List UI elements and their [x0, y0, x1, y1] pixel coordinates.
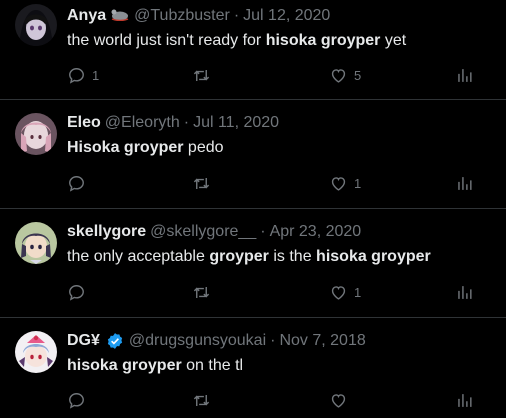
text-segment: the only acceptable [67, 248, 210, 265]
tweet-feed: Anya @Tubzbuster · Jul 12, 2020 the worl… [0, 0, 506, 418]
separator-dot: · [270, 332, 276, 349]
tweet[interactable]: skellygore @skellygore__ · Apr 23, 2020 … [0, 209, 506, 318]
reply-button[interactable] [67, 282, 92, 302]
views-button[interactable] [455, 173, 474, 193]
like-button[interactable]: 5 [329, 65, 361, 85]
tweet[interactable]: Anya @Tubzbuster · Jul 12, 2020 the worl… [0, 0, 506, 100]
tweet-text: Hisoka groyper pedo [67, 138, 496, 158]
retweet-icon [193, 177, 210, 189]
avatar[interactable] [15, 331, 57, 373]
separator-dot: · [260, 223, 266, 240]
retweet-icon [193, 69, 210, 81]
tweet-text: the world just isn't ready for hisoka gr… [67, 31, 496, 51]
tweet-date[interactable]: Nov 7, 2018 [279, 332, 365, 350]
reply-icon [69, 284, 84, 301]
verified-icon[interactable] [106, 332, 124, 350]
text-highlight: groyper [209, 248, 269, 265]
tweet-content: Eleo @Eleoryth · Jul 11, 2020 Hisoka gro… [67, 113, 496, 158]
text-segment: pedo [183, 139, 224, 156]
retweet-icon [193, 286, 210, 298]
retweet-button[interactable] [192, 390, 217, 410]
user-handle[interactable]: @drugsgunsyoukai [129, 332, 266, 350]
tweet-text: hisoka groyper on the tl [67, 356, 496, 376]
text-segment: the world just isn't ready for [67, 32, 266, 49]
views-button[interactable] [455, 390, 474, 410]
display-name[interactable]: skellygore [67, 223, 146, 241]
text-segment: is the [268, 248, 317, 265]
tweet-header: DG¥ @drugsgunsyoukai · Nov 7, 2018 [67, 331, 496, 351]
tweet-actions: 1 5 [67, 65, 474, 85]
views-button[interactable] [455, 65, 474, 85]
like-icon [331, 176, 346, 191]
like-count: 5 [354, 67, 362, 83]
avatar[interactable] [15, 113, 57, 155]
like-count: 1 [354, 284, 362, 300]
like-icon [331, 285, 346, 300]
like-button[interactable]: 1 [329, 282, 361, 302]
like-count: 1 [354, 175, 362, 191]
tweet-header: Anya @Tubzbuster · Jul 12, 2020 [67, 6, 496, 26]
like-button[interactable]: 1 [329, 173, 361, 193]
avatar[interactable] [15, 4, 57, 46]
retweet-button[interactable] [192, 65, 217, 85]
views-icon [458, 393, 472, 407]
like-button[interactable] [329, 390, 354, 410]
views-icon [458, 285, 472, 299]
retweet-button[interactable] [192, 173, 217, 193]
views-button[interactable] [455, 282, 474, 302]
reply-button[interactable] [67, 173, 92, 193]
user-handle[interactable]: @Eleoryth [105, 114, 180, 132]
tweet-text: the only acceptable groyper is the hisok… [67, 247, 496, 267]
tweet-header: Eleo @Eleoryth · Jul 11, 2020 [67, 113, 496, 133]
tweet-content: Anya @Tubzbuster · Jul 12, 2020 the worl… [67, 6, 496, 51]
tweet-date[interactable]: Jul 12, 2020 [243, 7, 330, 25]
text-highlight: hisoka groyper [265, 32, 381, 49]
tweet-actions [67, 390, 474, 410]
tweet-header: skellygore @skellygore__ · Apr 23, 2020 [67, 222, 496, 242]
tweet-content: DG¥ @drugsgunsyoukai · Nov 7, 2018 hisok… [67, 331, 496, 376]
user-handle[interactable]: @Tubzbuster [134, 7, 230, 25]
like-icon [331, 68, 346, 83]
separator-dot: · [183, 114, 190, 131]
separator-dot: · [233, 7, 240, 24]
user-handle[interactable]: @skellygore__ [150, 223, 256, 241]
tweet[interactable]: Eleo @Eleoryth · Jul 11, 2020 Hisoka gro… [0, 100, 506, 209]
display-name[interactable]: DG¥ [67, 332, 100, 350]
tweet-actions: 1 [67, 173, 474, 193]
text-highlight: hisoka groyper [67, 357, 182, 374]
views-icon [458, 176, 472, 190]
views-icon [458, 68, 472, 82]
retweet-icon [193, 394, 210, 406]
mouse-emoji-icon [110, 7, 130, 26]
reply-icon [69, 67, 84, 84]
reply-icon [69, 392, 84, 409]
retweet-button[interactable] [192, 282, 217, 302]
reply-button[interactable] [67, 390, 92, 410]
reply-count: 1 [92, 67, 100, 83]
tweet[interactable]: DG¥ @drugsgunsyoukai · Nov 7, 2018 hisok… [0, 318, 506, 418]
text-highlight: hisoka groyper [316, 248, 431, 265]
text-highlight: Hisoka groyper [67, 139, 184, 156]
display-name[interactable]: Anya [67, 7, 106, 25]
display-name[interactable]: Eleo [67, 114, 101, 132]
tweet-actions: 1 [67, 282, 474, 302]
text-segment: yet [380, 32, 407, 49]
avatar[interactable] [15, 222, 57, 264]
tweet-date[interactable]: Jul 11, 2020 [193, 114, 279, 132]
tweet-content: skellygore @skellygore__ · Apr 23, 2020 … [67, 222, 496, 267]
like-icon [331, 393, 346, 408]
reply-icon [69, 175, 84, 192]
text-segment: on the tl [181, 357, 244, 374]
reply-button[interactable]: 1 [67, 65, 99, 85]
tweet-date[interactable]: Apr 23, 2020 [270, 223, 362, 241]
